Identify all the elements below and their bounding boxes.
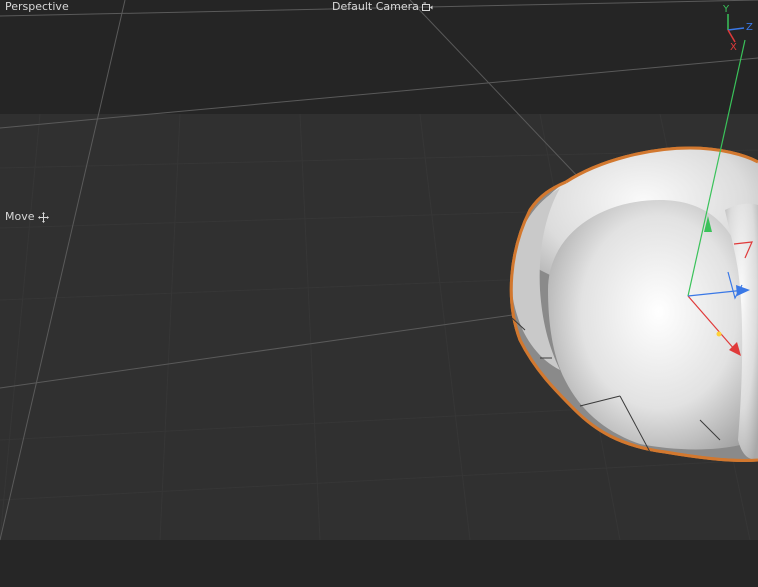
move-cross-icon bbox=[37, 211, 49, 223]
background-lower bbox=[0, 540, 758, 587]
camera-name-label: Default Camera bbox=[332, 0, 419, 13]
axis-y-label: Y bbox=[723, 4, 730, 15]
camera-icon bbox=[421, 2, 433, 11]
gizmo-x-handle[interactable] bbox=[716, 331, 722, 337]
tool-name-label: Move bbox=[5, 210, 35, 223]
3d-viewport[interactable]: Y Z X Perspective Default Camera Move bbox=[0, 0, 758, 587]
viewport-camera-selector[interactable]: Default Camera bbox=[332, 0, 433, 14]
active-tool-indicator: Move bbox=[5, 210, 49, 224]
viewport-view-name[interactable]: Perspective bbox=[5, 0, 69, 14]
background-upper bbox=[0, 0, 758, 114]
axis-z-label: Z bbox=[746, 22, 753, 33]
axis-x-label: X bbox=[730, 42, 737, 53]
scene-canvas[interactable] bbox=[0, 0, 758, 587]
